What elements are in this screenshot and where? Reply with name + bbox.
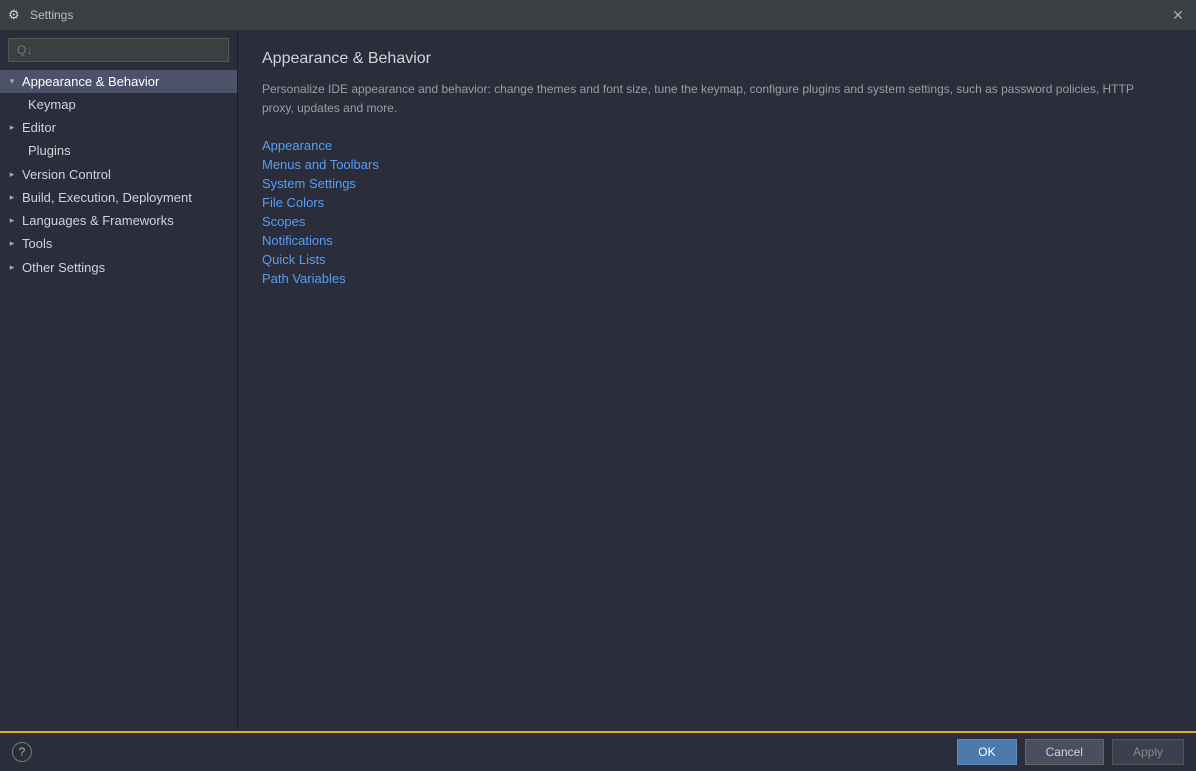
sidebar-item-plugins[interactable]: Plugins: [0, 139, 237, 162]
link-appearance[interactable]: Appearance: [262, 138, 332, 153]
sidebar-item-label: Languages & Frameworks: [22, 213, 229, 228]
sidebar-item-other-settings[interactable]: Other Settings ⚙: [0, 255, 237, 279]
sidebar-item-label: Appearance & Behavior: [22, 74, 229, 89]
sidebar-item-label: Keymap: [28, 97, 229, 112]
sidebar-item-tools[interactable]: Tools: [0, 232, 237, 255]
bottom-buttons: OK Cancel Apply: [957, 739, 1184, 765]
link-scopes[interactable]: Scopes: [262, 214, 305, 229]
sidebar-item-languages-frameworks[interactable]: Languages & Frameworks: [0, 209, 237, 232]
expand-arrow-icon: [6, 192, 18, 204]
expand-arrow-icon: [6, 238, 18, 250]
link-notifications[interactable]: Notifications: [262, 233, 333, 248]
settings-window: ⚙ Settings ✕ Appearance & Behavior Keyma…: [0, 0, 1196, 771]
content-area: Appearance & Behavior Personalize IDE ap…: [238, 30, 1196, 731]
close-button[interactable]: ✕: [1168, 5, 1188, 25]
sidebar: Appearance & Behavior Keymap Editor Plug…: [0, 30, 238, 731]
link-path-variables[interactable]: Path Variables: [262, 271, 346, 286]
content-title: Appearance & Behavior: [262, 50, 1172, 68]
sidebar-item-label: Tools: [22, 236, 229, 251]
window-title: Settings: [30, 8, 73, 22]
sidebar-item-label: Build, Execution, Deployment: [22, 190, 229, 205]
cancel-button[interactable]: Cancel: [1025, 739, 1104, 765]
apply-button[interactable]: Apply: [1112, 739, 1184, 765]
sidebar-item-appearance-behavior[interactable]: Appearance & Behavior: [0, 70, 237, 93]
sidebar-item-label: Version Control: [22, 167, 213, 182]
question-mark-icon: ?: [19, 745, 26, 759]
expand-arrow-icon: [6, 76, 18, 88]
main-content: Appearance & Behavior Keymap Editor Plug…: [0, 30, 1196, 731]
content-links: Appearance Menus and Toolbars System Set…: [262, 138, 1172, 286]
sidebar-item-keymap[interactable]: Keymap: [0, 93, 237, 116]
sidebar-item-label: Editor: [22, 120, 229, 135]
bottom-bar: ? OK Cancel Apply: [0, 731, 1196, 771]
ok-button[interactable]: OK: [957, 739, 1016, 765]
link-menus-toolbars[interactable]: Menus and Toolbars: [262, 157, 379, 172]
app-icon: ⚙: [8, 7, 24, 23]
sidebar-items: Appearance & Behavior Keymap Editor Plug…: [0, 70, 237, 731]
sidebar-item-label: Plugins: [28, 143, 229, 158]
sidebar-item-editor[interactable]: Editor: [0, 116, 237, 139]
sidebar-item-build-execution[interactable]: Build, Execution, Deployment: [0, 186, 237, 209]
help-button[interactable]: ?: [12, 742, 32, 762]
sidebar-item-version-control[interactable]: Version Control ⚙: [0, 162, 237, 186]
expand-arrow-icon: [6, 261, 18, 273]
link-quick-lists[interactable]: Quick Lists: [262, 252, 326, 267]
link-system-settings[interactable]: System Settings: [262, 176, 356, 191]
expand-arrow-icon: [6, 122, 18, 134]
expand-arrow-icon: [6, 168, 18, 180]
sidebar-item-label: Other Settings: [22, 260, 213, 275]
title-bar-left: ⚙ Settings: [8, 7, 73, 23]
link-file-colors[interactable]: File Colors: [262, 195, 324, 210]
expand-arrow-icon: [6, 215, 18, 227]
content-description: Personalize IDE appearance and behavior:…: [262, 80, 1162, 118]
search-input[interactable]: [8, 38, 229, 62]
search-container: [0, 30, 237, 70]
title-bar: ⚙ Settings ✕: [0, 0, 1196, 30]
